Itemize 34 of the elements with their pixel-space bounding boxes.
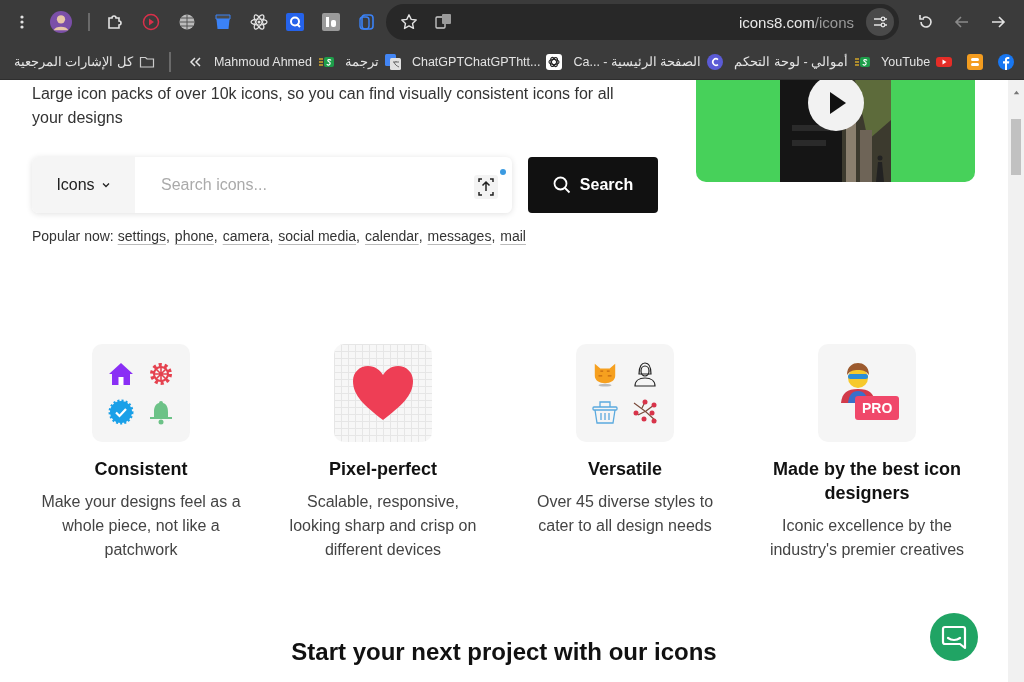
separator: ,: [269, 227, 274, 246]
popular-label: Popular now:: [32, 227, 114, 246]
separator: ,: [491, 227, 496, 246]
address-bar[interactable]: icons8.com/icons: [386, 4, 899, 40]
separator: ,: [356, 227, 360, 246]
feature-title: Made by the best icon designers: [771, 458, 962, 505]
bookmark-link[interactable]: Ca... - الصفحة الرئيسية: [573, 54, 702, 69]
search-field[interactable]: Icons Search icons...: [32, 157, 512, 213]
category-dropdown[interactable]: Icons: [32, 157, 135, 213]
feature-description: Make your designs feel as a whole piece, not like a patchwork: [40, 492, 242, 560]
feature-title: Versatile: [586, 458, 664, 481]
bookmark-link[interactable]: YouTube: [881, 54, 931, 69]
pro-badge: PRO: [855, 396, 900, 420]
popular-link[interactable]: mail: [500, 226, 526, 246]
popular-link[interactable]: phone: [174, 226, 214, 246]
feature-title: Pixel-perfect: [327, 458, 438, 481]
url-text: icons8.com/icons: [738, 13, 854, 31]
bookmark-link[interactable]: كل الإشارات المرجعية: [14, 54, 133, 69]
popular-link[interactable]: settings: [117, 226, 166, 246]
feature-description: Scalable, responsive, looking sharp and crisp on different devices: [288, 492, 478, 560]
feature-description: Over 45 diverse styles to cater to all design needs: [535, 492, 715, 536]
bookmark-link[interactable]: Mahmoud Ahmed: [213, 54, 312, 69]
bookmark-link[interactable]: ChatGPTChatGPThtt...: [411, 54, 541, 69]
popular-link[interactable]: calendar: [365, 226, 419, 246]
separator: ,: [418, 227, 423, 246]
search-button[interactable]: Search: [528, 157, 658, 213]
bookmark-link[interactable]: ترجمة: [344, 54, 379, 69]
feature-title: Consistent: [93, 458, 189, 481]
section-heading: Start your next project with our icons: [290, 637, 718, 667]
bookmark-link[interactable]: أموالي - لوحة التحكم: [734, 54, 849, 69]
intro-text: Large icon packs of over 10k icons, so you can find visually consistent icons for all your designs: [32, 84, 615, 128]
feature-description: Iconic excellence by the industry's premier creatives: [768, 516, 966, 560]
separator: ,: [165, 227, 170, 246]
separator: ,: [213, 227, 218, 246]
